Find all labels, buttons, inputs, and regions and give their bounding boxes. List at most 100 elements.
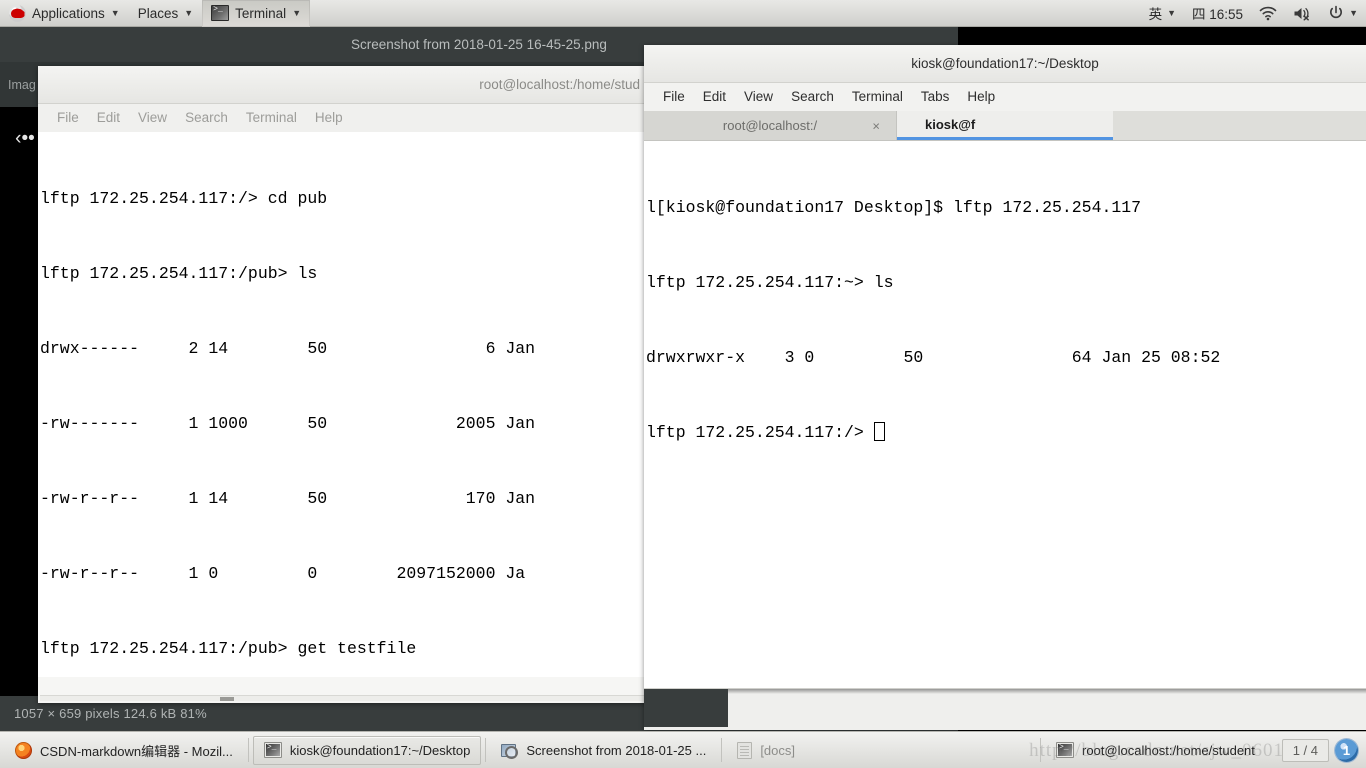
chevron-down-icon: ▼ — [110, 7, 120, 18]
taskbar-item-label: CSDN-markdown编辑器 - Mozil... — [40, 743, 233, 759]
chevron-down-icon: ▼ — [292, 7, 302, 18]
chevron-down-icon: ▼ — [1167, 7, 1177, 18]
terminal-line: l[kiosk@foundation17 Desktop]$ lftp 172.… — [646, 198, 1142, 217]
terminal-front-menubar[interactable]: File Edit View Search Terminal Tabs Help — [644, 83, 1366, 111]
taskbar-item-label: root@localhost:/home/student — [1082, 742, 1255, 758]
terminal-line: -rw------- 1 1000 50 2005 Jan — [40, 414, 536, 433]
terminal-front-title: kiosk@foundation17:~/Desktop — [911, 56, 1099, 71]
redhat-logo-icon — [9, 4, 26, 22]
menu-help[interactable]: Help — [306, 104, 352, 132]
taskbar-separator — [247, 738, 249, 762]
taskbar-item-label: [docs] — [760, 742, 795, 758]
terminal-line: lftp 172.25.254.117:~> ls — [646, 273, 894, 292]
chevron-down-icon: ▼ — [184, 7, 194, 18]
image-viewer-toolbar-label: Imag — [8, 77, 36, 92]
volume-indicator[interactable] — [1285, 0, 1320, 27]
tab-root-localhost[interactable]: root@localhost:/ × — [644, 111, 897, 140]
tab-label: kiosk@f — [925, 116, 976, 132]
volume-muted-icon — [1294, 7, 1309, 20]
terminal-icon — [1056, 742, 1074, 758]
terminal-front-titlebar: kiosk@foundation17:~/Desktop — [644, 45, 1366, 83]
notification-count: 1 — [1342, 742, 1351, 758]
close-icon[interactable]: × — [872, 118, 880, 133]
menu-file[interactable]: File — [48, 104, 88, 132]
terminal-tab-bar[interactable]: root@localhost:/ × kiosk@f — [644, 111, 1366, 141]
taskbar-item-label: kiosk@foundation17:~/Desktop — [289, 742, 471, 758]
image-viewer-icon — [501, 742, 519, 759]
power-icon — [1330, 5, 1343, 19]
image-dimensions-status: 1057 × 659 pixels 124.6 kB 81% — [14, 706, 207, 721]
menu-search[interactable]: Search — [782, 83, 843, 111]
terminal-back-output[interactable]: lftp 172.25.254.117:/> cd pub lftp 172.2… — [38, 132, 658, 677]
menu-search[interactable]: Search — [176, 104, 237, 132]
terminal-prompt: lftp 172.25.254.117:/> — [646, 423, 874, 442]
terminal-line: lftp 172.25.254.117:/> cd pub — [40, 189, 328, 208]
taskbar-item-firefox[interactable]: CSDN-markdown编辑器 - Mozil... — [4, 736, 244, 765]
network-indicator[interactable] — [1251, 0, 1285, 27]
text-cursor — [873, 422, 885, 441]
taskbar-item-docs[interactable]: [docs] — [726, 736, 806, 765]
desktop-screen: Applications ▼ Places ▼ Terminal ▼ 英 ▼ 四… — [0, 0, 1366, 768]
terminal-back-scrollbar[interactable] — [40, 695, 787, 701]
menu-help[interactable]: Help — [958, 83, 1004, 111]
menu-view[interactable]: View — [735, 83, 782, 111]
terminal-line: -rw-r--r-- 1 0 0 2097152000 Ja — [40, 564, 526, 583]
terminal-icon — [263, 742, 282, 758]
menu-edit[interactable]: Edit — [88, 104, 129, 132]
scrollbar-mark — [220, 697, 234, 701]
input-method-indicator[interactable]: 英 ▼ — [1141, 0, 1184, 27]
taskbar-item-label: Screenshot from 2018-01-25 ... — [526, 742, 707, 758]
tab-label: root@localhost:/ — [722, 118, 818, 133]
wifi-icon — [1259, 6, 1277, 20]
firefox-icon — [15, 741, 32, 759]
workspace-pager[interactable]: 1 / 4 — [1281, 738, 1329, 762]
terminal-icon — [211, 5, 230, 21]
taskbar-separator — [485, 738, 487, 762]
input-method-label: 英 — [1148, 7, 1163, 22]
taskbar-separator — [721, 738, 723, 762]
terminal-line: drwx------ 2 14 50 6 Jan — [40, 339, 536, 358]
terminal-back-titlebar: root@localhost:/home/stud — [38, 66, 658, 104]
taskbar-separator — [1040, 738, 1041, 762]
taskbar-item-root-terminal[interactable]: root@localhost:/home/student — [1045, 736, 1266, 765]
menu-terminal[interactable]: Terminal — [237, 104, 306, 132]
window-edge-shadow — [728, 689, 1366, 694]
back-arrow-icon: ‹•• — [15, 128, 35, 149]
taskbar-item-kiosk-terminal[interactable]: kiosk@foundation17:~/Desktop — [252, 735, 482, 765]
terminal-prompt-line: lftp 172.25.254.117:/> — [646, 420, 1366, 445]
active-application-menu[interactable]: Terminal ▼ — [202, 0, 311, 27]
taskbar-item-screenshot[interactable]: Screenshot from 2018-01-25 ... — [490, 736, 717, 765]
terminal-line: lftp 172.25.254.117:/pub> ls — [40, 264, 318, 283]
places-menu-label: Places — [137, 5, 179, 21]
terminal-front-bottom-area — [644, 688, 1366, 730]
system-menu[interactable]: ▼ — [1320, 0, 1366, 27]
applications-menu[interactable]: Applications ▼ — [0, 0, 129, 27]
menu-view[interactable]: View — [129, 104, 176, 132]
clock-label: 四 16:55 — [1192, 7, 1244, 22]
terminal-window-kiosk-foundation17[interactable]: kiosk@foundation17:~/Desktop File Edit V… — [644, 45, 1366, 730]
taskbar-right-area: 1 / 4 1 — [1281, 738, 1362, 762]
active-application-label: Terminal — [235, 5, 287, 21]
terminal-line: drwxrwxr-x 3 0 50 64 Jan 25 08:52 — [646, 348, 1221, 367]
terminal-back-title: root@localhost:/home/stud — [479, 77, 640, 92]
places-menu[interactable]: Places ▼ — [129, 0, 202, 27]
notification-badge[interactable]: 1 — [1335, 738, 1358, 762]
terminal-back-menubar[interactable]: File Edit View Search Terminal Help — [38, 104, 658, 132]
document-icon — [737, 741, 753, 759]
menu-tabs[interactable]: Tabs — [912, 83, 959, 111]
window-shadow-strip — [644, 689, 728, 727]
panel-status-area: 英 ▼ 四 16:55 ▼ — [1141, 0, 1366, 27]
applications-menu-label: Applications — [32, 5, 105, 21]
clock[interactable]: 四 16:55 — [1184, 0, 1251, 27]
menu-terminal[interactable]: Terminal — [843, 83, 912, 111]
gnome-top-panel: Applications ▼ Places ▼ Terminal ▼ 英 ▼ 四… — [0, 0, 1366, 27]
tab-kiosk-foundation17[interactable]: kiosk@f — [897, 111, 1113, 140]
terminal-front-output[interactable]: l[kiosk@foundation17 Desktop]$ lftp 172.… — [644, 141, 1366, 713]
taskbar: CSDN-markdown编辑器 - Mozil... kiosk@founda… — [0, 731, 1366, 768]
terminal-window-root-localhost[interactable]: root@localhost:/home/stud File Edit View… — [38, 66, 787, 703]
menu-edit[interactable]: Edit — [694, 83, 735, 111]
image-viewer-title: Screenshot from 2018-01-25 16-45-25.png — [351, 37, 607, 52]
terminal-line: lftp 172.25.254.117:/pub> get testfile — [40, 639, 417, 658]
workspace-pager-label: 1 / 4 — [1292, 742, 1318, 758]
menu-file[interactable]: File — [654, 83, 694, 111]
